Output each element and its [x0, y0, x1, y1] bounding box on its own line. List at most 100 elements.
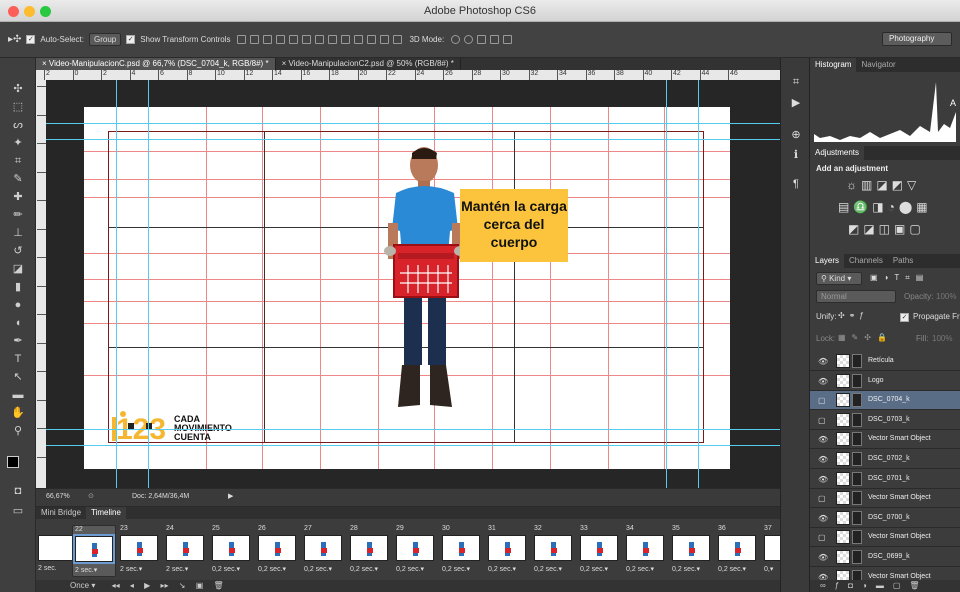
hidden-visibility-toggle[interactable]: ▢ [818, 494, 827, 503]
play-button[interactable]: ▶ [144, 581, 150, 590]
auto-select-checkbox[interactable]: ✓ [26, 35, 36, 44]
tab-timeline[interactable]: Timeline [86, 507, 126, 519]
frame-duration[interactable]: 2 sec.▾ [120, 565, 142, 573]
loop-dropdown[interactable]: Once ▾ [70, 581, 95, 590]
blur-tool-icon[interactable]: ● [11, 298, 25, 312]
layer-row[interactable]: 👁 DSC_0702_k [810, 450, 960, 469]
layer-row[interactable]: ▢ DSC_0703_k [810, 411, 960, 430]
layer-row[interactable]: ▢ DSC_0704_k [810, 391, 960, 411]
eye-icon[interactable]: 👁 [818, 475, 828, 484]
timeline-frame[interactable]: 25 0,2 sec.▾ [210, 525, 254, 577]
properties-panel-icon[interactable]: ⊕ [789, 128, 803, 142]
frame-duration[interactable]: 0,2 sec.▾ [672, 565, 700, 573]
history-brush-tool-icon[interactable]: ↺ [11, 244, 25, 258]
timeline-frame[interactable]: 31 0,2 sec.▾ [486, 525, 530, 577]
adjustment-icons-row2[interactable]: ▤♎◨◔⬤▦ [838, 200, 932, 214]
timeline-frame[interactable]: 34 0,2 sec.▾ [624, 525, 668, 577]
transform-controls-checkbox[interactable]: ✓ [126, 35, 136, 44]
fill-value[interactable]: 100% [932, 334, 952, 343]
eyedropper-tool-icon[interactable]: ✎ [11, 172, 25, 186]
brush-tool-icon[interactable]: ✏ [11, 208, 25, 222]
eye-icon[interactable]: 👁 [818, 514, 828, 523]
status-menu-arrow-icon[interactable]: ▶ [228, 492, 233, 500]
blend-mode-dropdown[interactable]: Normal [816, 290, 896, 303]
eraser-tool-icon[interactable]: ◪ [11, 262, 25, 276]
frame-duration[interactable]: 0,2 sec.▾ [626, 565, 654, 573]
timeline-frame[interactable]: 24 2 sec.▾ [164, 525, 208, 577]
move-tool-icon[interactable]: ✣ [11, 82, 25, 96]
tab-layers[interactable]: Layers [810, 254, 845, 268]
layer-row[interactable]: 👁 Vector Smart Object [810, 430, 960, 450]
frame-duration[interactable]: 0,2 sec.▾ [718, 565, 746, 573]
hidden-visibility-toggle[interactable]: ▢ [818, 416, 827, 425]
timeline-frame[interactable]: 32 0,2 sec.▾ [532, 525, 576, 577]
gradient-tool-icon[interactable]: ▮ [11, 280, 25, 294]
timeline-frame[interactable]: 23 2 sec.▾ [118, 525, 162, 577]
opacity-value[interactable]: 100% [936, 292, 956, 301]
timeline-frame[interactable]: 27 0,2 sec.▾ [302, 525, 346, 577]
frame-duration[interactable]: 2 sec.▾ [75, 566, 97, 574]
stamp-tool-icon[interactable]: ⊥ [11, 226, 25, 240]
layer-row[interactable]: 👁 Retícula [810, 352, 960, 371]
first-frame-button[interactable]: ◂◂ [112, 581, 120, 590]
layer-filter-dropdown[interactable]: ⚲ Kind ▾ [816, 272, 862, 285]
tab-paths[interactable]: Paths [888, 254, 918, 268]
paragraph-panel-icon[interactable]: ¶ [789, 178, 803, 192]
move-tool-icon[interactable]: ▸✣ [8, 34, 21, 45]
timeline-frame[interactable]: 33 0,2 sec.▾ [578, 525, 622, 577]
tab-video-manipulacionc[interactable]: × Video-ManipulacionC.psd @ 66,7% (DSC_0… [36, 58, 276, 70]
duplicate-frame-button[interactable]: ▣ [196, 581, 204, 590]
status-info-icon[interactable]: ⊙ [88, 492, 94, 500]
zoom-level[interactable]: 66,67% [46, 493, 70, 500]
shape-tool-icon[interactable]: ▬ [11, 388, 25, 402]
timeline-frame[interactable]: 26 0,2 sec.▾ [256, 525, 300, 577]
layer-row[interactable]: ▢ Vector Smart Object [810, 528, 960, 548]
screen-mode-icon[interactable]: ▭ [11, 504, 25, 518]
healing-brush-tool-icon[interactable]: ✚ [11, 190, 25, 204]
3d-mode-icons[interactable] [449, 35, 514, 45]
next-frame-button[interactable]: ▸▸ [161, 581, 169, 590]
propagate-frame-checkbox[interactable]: ✓ [900, 313, 909, 322]
timeline-frame[interactable]: 22 2 sec.▾ [72, 525, 116, 577]
timeline-frame[interactable]: 35 0,2 sec.▾ [670, 525, 714, 577]
layer-row[interactable]: ▢ Vector Smart Object [810, 489, 960, 509]
eye-icon[interactable]: 👁 [818, 357, 828, 366]
hand-tool-icon[interactable]: ✋ [11, 406, 25, 420]
actions-panel-icon[interactable]: ▶ [789, 96, 803, 110]
dodge-tool-icon[interactable]: ◖ [11, 316, 25, 330]
timeline-frame[interactable]: 29 0,2 sec.▾ [394, 525, 438, 577]
eye-icon[interactable]: 👁 [818, 553, 828, 562]
hidden-visibility-toggle[interactable]: ▢ [818, 533, 827, 542]
type-tool-icon[interactable]: T [11, 352, 25, 366]
frame-duration[interactable]: 0,2 sec.▾ [304, 565, 332, 573]
eye-icon[interactable]: 👁 [818, 377, 828, 386]
delete-frame-button[interactable]: 🗑 [214, 581, 224, 590]
document-canvas[interactable]: Mantén la carga cerca del cuerpo 123 CAD… [84, 107, 730, 469]
layers-footer-icons[interactable]: ∞ƒ◘◑▬▢🗑 [810, 580, 960, 592]
tween-button[interactable]: ↘ [179, 581, 186, 590]
frame-duration[interactable]: 0,▾ [764, 565, 773, 573]
adjustment-icons-row3[interactable]: ◩◪◫▣▢ [848, 222, 925, 236]
frame-duration[interactable]: 0,2 sec.▾ [396, 565, 424, 573]
foreground-color-swatch[interactable] [7, 456, 19, 468]
magic-wand-tool-icon[interactable]: ✦ [11, 136, 25, 150]
tab-mini-bridge[interactable]: Mini Bridge [36, 507, 86, 519]
align-icons[interactable] [235, 35, 404, 45]
crop-tool-icon[interactable]: ⌗ [11, 154, 25, 168]
tab-navigator[interactable]: Navigator [856, 58, 900, 72]
tab-video-manipulacionc2[interactable]: × Video-ManipulacionC2.psd @ 50% (RGB/8#… [276, 58, 461, 70]
frame-duration[interactable]: 0,2 sec.▾ [258, 565, 286, 573]
frame-duration[interactable]: 0,2 sec.▾ [534, 565, 562, 573]
tab-channels[interactable]: Channels [844, 254, 888, 268]
marquee-tool-icon[interactable]: ⬚ [11, 100, 25, 114]
frame-duration[interactable]: 0,2 sec.▾ [212, 565, 240, 573]
quick-mask-icon[interactable]: ◘ [11, 484, 25, 498]
hidden-visibility-toggle[interactable]: ▢ [818, 396, 827, 405]
adjustment-icons-row1[interactable]: ☼▥◪◩▽ [846, 178, 920, 192]
layer-row[interactable]: 👁 Logo [810, 372, 960, 391]
layer-row[interactable]: 👁 DSC_0701_k [810, 470, 960, 489]
workspace-dropdown[interactable]: Photography [882, 32, 952, 46]
auto-select-dropdown[interactable]: Group [88, 33, 122, 46]
lock-icons[interactable]: ▦✎✣🔒 [838, 333, 893, 342]
previous-frame-button[interactable]: ◂ [130, 581, 134, 590]
